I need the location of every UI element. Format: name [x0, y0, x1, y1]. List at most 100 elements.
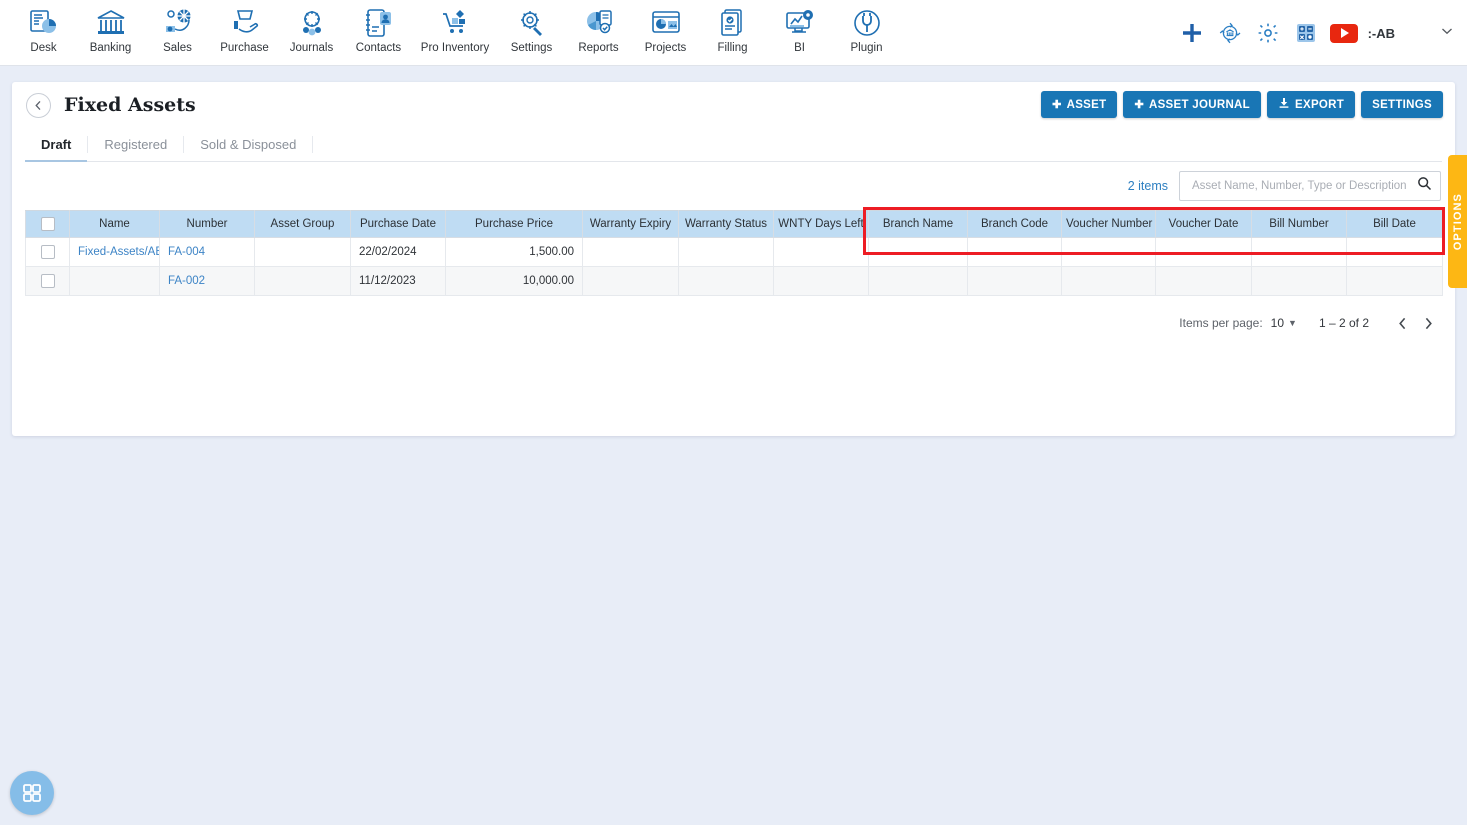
back-button[interactable] [26, 92, 51, 118]
tab-sold-disposed[interactable]: Sold & Disposed [184, 128, 312, 161]
cell-number[interactable]: FA-004 [159, 237, 255, 267]
table-header-row: Name Number Asset Group Purchase Date Purcha… [25, 210, 1443, 238]
caret-down-icon[interactable]: ▼ [1288, 318, 1297, 328]
cell-wnty-days-left [773, 237, 869, 267]
cell-purchase-date: 22/02/2024 [350, 237, 446, 267]
column-header-voucher-date[interactable]: Voucher Date [1155, 210, 1252, 238]
cell-bill-date [1346, 237, 1443, 267]
nav-item-plugin[interactable]: Plugin [833, 0, 900, 54]
button-label: ASSET [1066, 98, 1107, 111]
row-checkbox[interactable] [40, 274, 55, 288]
youtube-icon[interactable] [1325, 13, 1363, 53]
asset-button[interactable]: ✚ ASSET [1041, 91, 1118, 118]
cell-bill-number [1251, 266, 1347, 296]
nav-item-contacts[interactable]: Contacts [345, 0, 412, 54]
table-row[interactable]: Fixed-Assets/AB FA-004 22/02/2024 1,500.00 [25, 237, 1443, 267]
nav-item-label: Plugin [850, 42, 883, 54]
row-checkbox[interactable] [40, 245, 55, 259]
prev-page-button[interactable] [1389, 310, 1415, 336]
column-header-purchase-date[interactable]: Purchase Date [350, 210, 446, 238]
calculator-icon[interactable] [1287, 13, 1325, 53]
chevron-down-icon[interactable] [1439, 23, 1455, 44]
row-select-cell[interactable] [25, 266, 70, 296]
gear-icon[interactable] [1249, 13, 1287, 53]
apps-launcher-button[interactable] [10, 771, 54, 815]
nav-item-reports[interactable]: Reports [565, 0, 632, 54]
cell-purchase-date: 11/12/2023 [350, 266, 446, 296]
cell-number[interactable]: FA-002 [159, 266, 255, 296]
nav-item-sales[interactable]: Sales [144, 0, 211, 54]
column-header-bill-number[interactable]: Bill Number [1251, 210, 1347, 238]
contacts-icon [363, 5, 395, 41]
cell-warranty-status [678, 266, 774, 296]
column-header-asset-group[interactable]: Asset Group [254, 210, 351, 238]
cell-branch-name [868, 237, 968, 267]
nav-item-projects[interactable]: Projects [632, 0, 699, 54]
button-label: ASSET JOURNAL [1148, 98, 1250, 111]
column-header-warranty-status[interactable]: Warranty Status [678, 210, 774, 238]
settings-gear-wrench-icon [516, 5, 548, 41]
number-link[interactable]: FA-002 [168, 275, 205, 287]
nav-item-label: Settings [510, 42, 553, 54]
card-header: Fixed Assets ✚ ASSET ✚ ASSET JOURNAL EXPORT S… [12, 82, 1455, 128]
assets-table: Name Number Asset Group Purchase Date Purcha… [25, 210, 1443, 296]
column-header-name[interactable]: Name [69, 210, 160, 238]
search-box[interactable] [1179, 171, 1441, 201]
nav-item-pro-inventory[interactable]: Pro Inventory [412, 0, 498, 54]
select-all-header[interactable] [25, 210, 70, 238]
items-per-page-value[interactable]: 10 [1271, 316, 1284, 330]
company-switch-icon[interactable] [1211, 13, 1249, 53]
table-row[interactable]: FA-002 11/12/2023 10,000.00 [25, 266, 1443, 296]
select-all-checkbox[interactable] [40, 217, 55, 231]
nav-item-settings[interactable]: Settings [498, 0, 565, 54]
row-select-cell[interactable] [25, 237, 70, 267]
nav-item-label: Banking [89, 42, 132, 54]
column-header-branch-code[interactable]: Branch Code [967, 210, 1062, 238]
tab-draft[interactable]: Draft [25, 128, 88, 162]
plus-icon[interactable] [1173, 13, 1211, 53]
column-header-purchase-price[interactable]: Purchase Price [445, 210, 583, 238]
cell-warranty-status [678, 237, 774, 267]
nav-item-filling[interactable]: Filling [699, 0, 766, 54]
column-header-number[interactable]: Number [159, 210, 255, 238]
cell-name[interactable]: Fixed-Assets/AB [69, 237, 160, 267]
table-body: Fixed-Assets/AB FA-004 22/02/2024 1,500.00 F… [25, 237, 1443, 296]
search-input[interactable] [1190, 179, 1417, 193]
nav-item-purchase[interactable]: Purchase [211, 0, 278, 54]
cell-voucher-number [1061, 237, 1156, 267]
purchase-icon [229, 5, 261, 41]
column-header-voucher-number[interactable]: Voucher Number [1061, 210, 1156, 238]
tab-registered[interactable]: Registered [88, 128, 183, 161]
plus-circle-icon: ✚ [1052, 99, 1062, 111]
nav-item-label: Sales [163, 42, 192, 54]
inventory-icon [439, 5, 471, 41]
grid-apps-icon [23, 784, 41, 802]
nav-item-bi[interactable]: BI [766, 0, 833, 54]
nav-item-label: BI [794, 42, 805, 54]
cell-name [69, 266, 160, 296]
column-header-warranty-expiry[interactable]: Warranty Expiry [582, 210, 679, 238]
asset-journal-button[interactable]: ✚ ASSET JOURNAL [1123, 91, 1261, 118]
column-header-branch-name[interactable]: Branch Name [868, 210, 968, 238]
column-header-bill-date[interactable]: Bill Date [1346, 210, 1443, 238]
cell-voucher-number [1061, 266, 1156, 296]
column-header-wnty-days-left[interactable]: WNTY Days Left [773, 210, 869, 238]
search-icon[interactable] [1417, 176, 1432, 196]
export-button[interactable]: EXPORT [1267, 91, 1356, 118]
options-side-tab[interactable]: OPTIONS [1448, 155, 1467, 288]
cell-branch-name [868, 266, 968, 296]
nav-item-desk[interactable]: Desk [10, 0, 77, 54]
settings-button[interactable]: SETTINGS [1361, 91, 1443, 118]
projects-icon [650, 5, 682, 41]
top-navigation-bar: Desk Banking Sales Purchase Journals Contacts… [0, 0, 1467, 66]
nav-item-banking[interactable]: Banking [77, 0, 144, 54]
nav-right-actions: :-AB [1173, 0, 1455, 66]
dashboard-icon [28, 5, 60, 41]
number-link[interactable]: FA-004 [168, 246, 205, 258]
cell-purchase-price: 10,000.00 [445, 266, 583, 296]
name-link[interactable]: Fixed-Assets/AB [78, 246, 159, 258]
next-page-button[interactable] [1415, 310, 1441, 336]
journals-icon [296, 5, 328, 41]
bi-monitor-icon [784, 5, 816, 41]
nav-item-journals[interactable]: Journals [278, 0, 345, 54]
